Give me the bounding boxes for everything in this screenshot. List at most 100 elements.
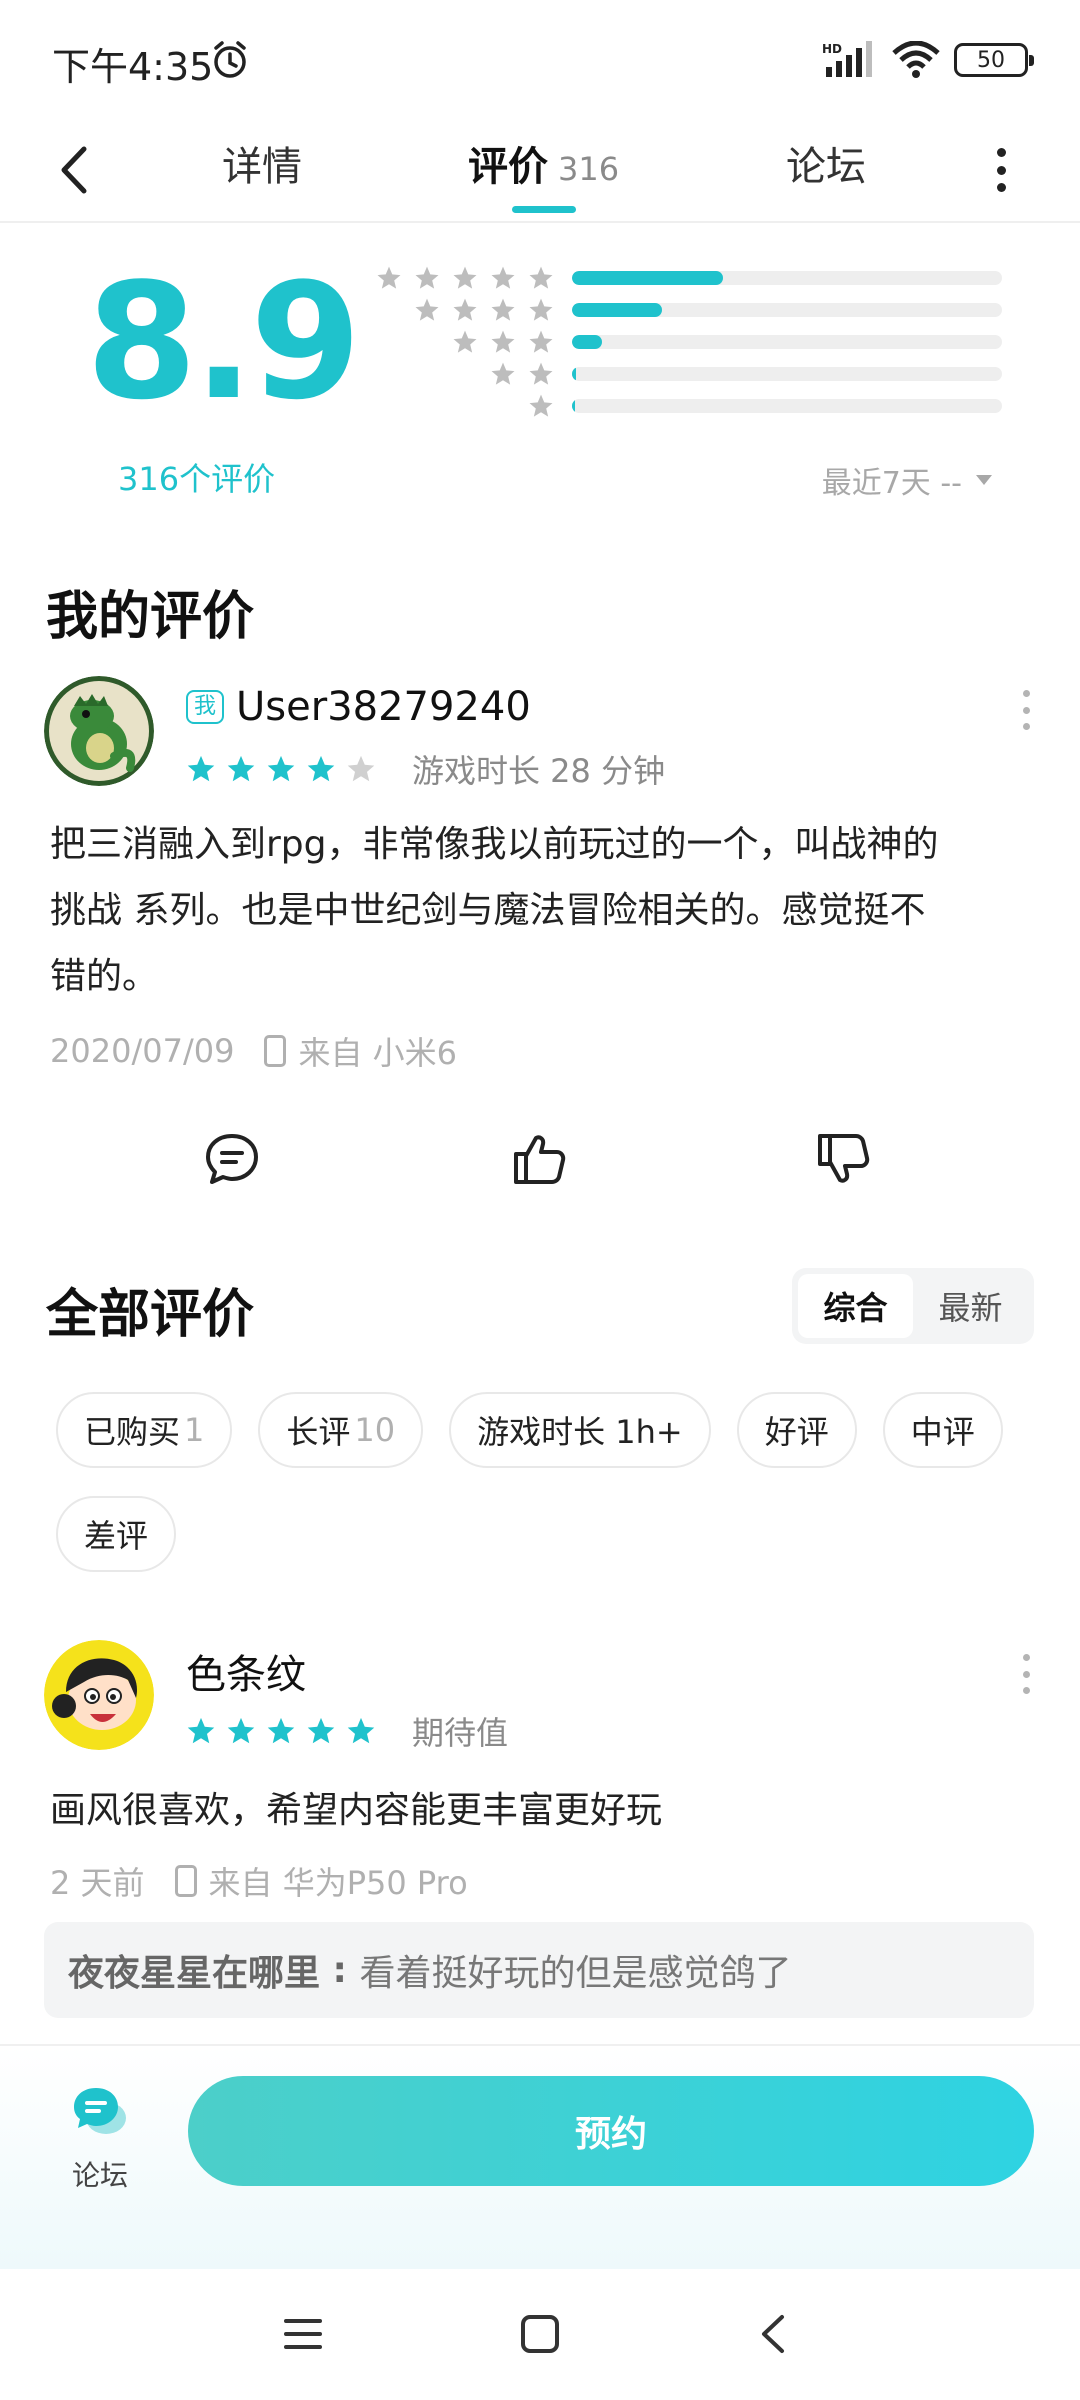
- more-options-button[interactable]: [990, 142, 1012, 198]
- tab-reviews[interactable]: 评价 316: [468, 134, 619, 192]
- phone-icon: [264, 1035, 287, 1067]
- star-icon: [453, 266, 477, 289]
- tab-forum[interactable]: 论坛: [786, 134, 866, 192]
- star-icon: [491, 298, 515, 321]
- filter-neutral[interactable]: 中评: [882, 1392, 1003, 1468]
- battery-icon: 50: [954, 43, 1034, 77]
- forum-button[interactable]: 论坛: [60, 2082, 140, 2194]
- my-review-name-row: 我 User38279240: [186, 684, 531, 730]
- filter-purchased[interactable]: 已购买 1: [56, 1392, 233, 1468]
- review-rating: 期待值: [186, 1708, 508, 1754]
- menu-icon[interactable]: [280, 2311, 326, 2357]
- review-device: 来自 华为P50 Pro: [208, 1864, 468, 1902]
- rating-bar-fill: [572, 367, 577, 381]
- thumbs-up-icon[interactable]: [510, 1130, 568, 1188]
- time-range-label: 最近7天 --: [821, 466, 962, 501]
- star-icon: [529, 298, 553, 321]
- status-time: 下午4:35: [52, 45, 214, 89]
- star-filled-icon: [267, 1717, 295, 1744]
- home-icon[interactable]: [517, 2311, 563, 2357]
- comment-icon[interactable]: [203, 1130, 261, 1188]
- star-icon: [377, 266, 401, 289]
- star-icon: [529, 266, 553, 289]
- forum-label: 论坛: [71, 2159, 128, 2192]
- my-review-username[interactable]: User38279240: [236, 684, 531, 730]
- star-icon: [415, 266, 439, 289]
- back-button[interactable]: [50, 135, 100, 205]
- reply-preview[interactable]: 夜夜星星在哪里 : 看着挺好玩的但是感觉鸽了: [44, 1922, 1034, 2018]
- review-name-row: 色条纹: [186, 1642, 306, 1700]
- review-menu-button[interactable]: [1020, 1654, 1032, 1694]
- star-icon: [453, 298, 477, 321]
- star-icon: [453, 330, 477, 353]
- rating-bar-track: [572, 303, 1002, 317]
- my-review-date-line: 2020/07/09 来自 小米6: [50, 1028, 457, 1074]
- rating-bar-track: [572, 335, 1002, 349]
- reserve-button[interactable]: 预约: [188, 2076, 1034, 2186]
- rating-row-2-star: [362, 358, 1002, 390]
- rating-bar-fill: [572, 271, 723, 285]
- my-review-text: 把三消融入到rpg，非常像我以前玩过的一个，叫战神的 挑战 系列。也是中世纪剑与…: [50, 812, 1030, 1010]
- review-stars: [186, 1716, 376, 1746]
- forum-chat-icon: [74, 2088, 126, 2134]
- star-icon: [491, 266, 515, 289]
- star-filled-icon: [267, 755, 295, 782]
- review-date-line: 2 天前 来自 华为P50 Pro: [50, 1858, 468, 1904]
- dropdown-arrow-icon: [976, 475, 992, 485]
- star-icon: [529, 330, 553, 353]
- alarm-icon: [214, 41, 246, 78]
- reply-text: 看着挺好玩的但是感觉鸽了: [359, 1953, 792, 1994]
- my-review-text-line: 错的。: [50, 956, 159, 997]
- phone-icon: [174, 1865, 197, 1897]
- star-filled-icon: [307, 1717, 335, 1744]
- filter-long-reviews[interactable]: 长评 10: [258, 1392, 424, 1468]
- my-review-rating: 游戏时长 28 分钟: [186, 746, 665, 792]
- all-reviews-title: 全部评价: [46, 1285, 255, 1345]
- review-username[interactable]: 色条纹: [186, 1642, 306, 1700]
- tab-details[interactable]: 详情: [222, 134, 302, 192]
- rating-bar-fill: [572, 399, 576, 413]
- my-review-date: 2020/07/09: [50, 1032, 235, 1070]
- tab-indicator: [512, 206, 576, 213]
- my-review-text-line: 挑战 系列。也是中世纪剑与魔法冒险相关的。感觉挺不: [50, 890, 926, 931]
- rating-score: 8.9: [86, 248, 361, 435]
- star-filled-icon: [187, 1717, 215, 1744]
- avatar-cartoon-girl[interactable]: [44, 1640, 154, 1750]
- sort-newest[interactable]: 最新: [913, 1274, 1028, 1338]
- bottom-action-bar: 论坛 预约: [0, 2044, 1080, 2269]
- rating-row-4-star: [362, 294, 1002, 326]
- my-review-stars: [186, 754, 376, 784]
- review-text: 画风很喜欢，希望内容能更丰富更好玩: [50, 1790, 663, 1831]
- sort-toggle: 综合 最新: [792, 1268, 1034, 1344]
- review-filters: 已购买 1 长评 10 游戏时长 1h+ 好评 中评 差评: [56, 1392, 1036, 1572]
- svg-text:HD: HD: [822, 42, 842, 56]
- rating-bar-track: [572, 367, 1002, 381]
- nav-divider: [0, 221, 1080, 223]
- my-review-menu-button[interactable]: [1020, 690, 1032, 730]
- review-actions: [0, 1120, 1080, 1200]
- star-filled-icon: [187, 755, 215, 782]
- star-icon: [491, 330, 515, 353]
- star-filled-icon: [227, 755, 255, 782]
- rating-count: 316个评价: [118, 460, 276, 498]
- filter-playtime[interactable]: 游戏时长 1h+: [449, 1392, 711, 1468]
- reply-author[interactable]: 夜夜星星在哪里: [68, 1944, 320, 1996]
- my-review-playtime: 游戏时长 28 分钟: [412, 752, 666, 790]
- filter-positive[interactable]: 好评: [736, 1392, 857, 1468]
- my-review-text-line: 把三消融入到rpg，非常像我以前玩过的一个，叫战神的: [50, 824, 939, 865]
- me-badge: 我: [186, 690, 225, 724]
- thumbs-down-icon[interactable]: [814, 1130, 872, 1188]
- my-review-device: 来自 小米6: [298, 1034, 457, 1072]
- rating-bar-fill: [572, 303, 663, 317]
- status-bar: 下午4:35 HD 50: [0, 0, 1080, 120]
- time-range-filter[interactable]: 最近7天 --: [822, 458, 992, 502]
- star-icon: [491, 362, 515, 385]
- filter-negative[interactable]: 差评: [56, 1496, 177, 1572]
- back-icon[interactable]: [752, 2311, 798, 2357]
- star-filled-icon: [307, 755, 335, 782]
- rating-row-5-star: [362, 262, 1002, 294]
- rating-bar-fill: [572, 335, 603, 349]
- avatar-dragon[interactable]: [44, 676, 154, 786]
- cellular-signal-icon: HD: [822, 41, 872, 77]
- sort-comprehensive[interactable]: 综合: [798, 1274, 913, 1338]
